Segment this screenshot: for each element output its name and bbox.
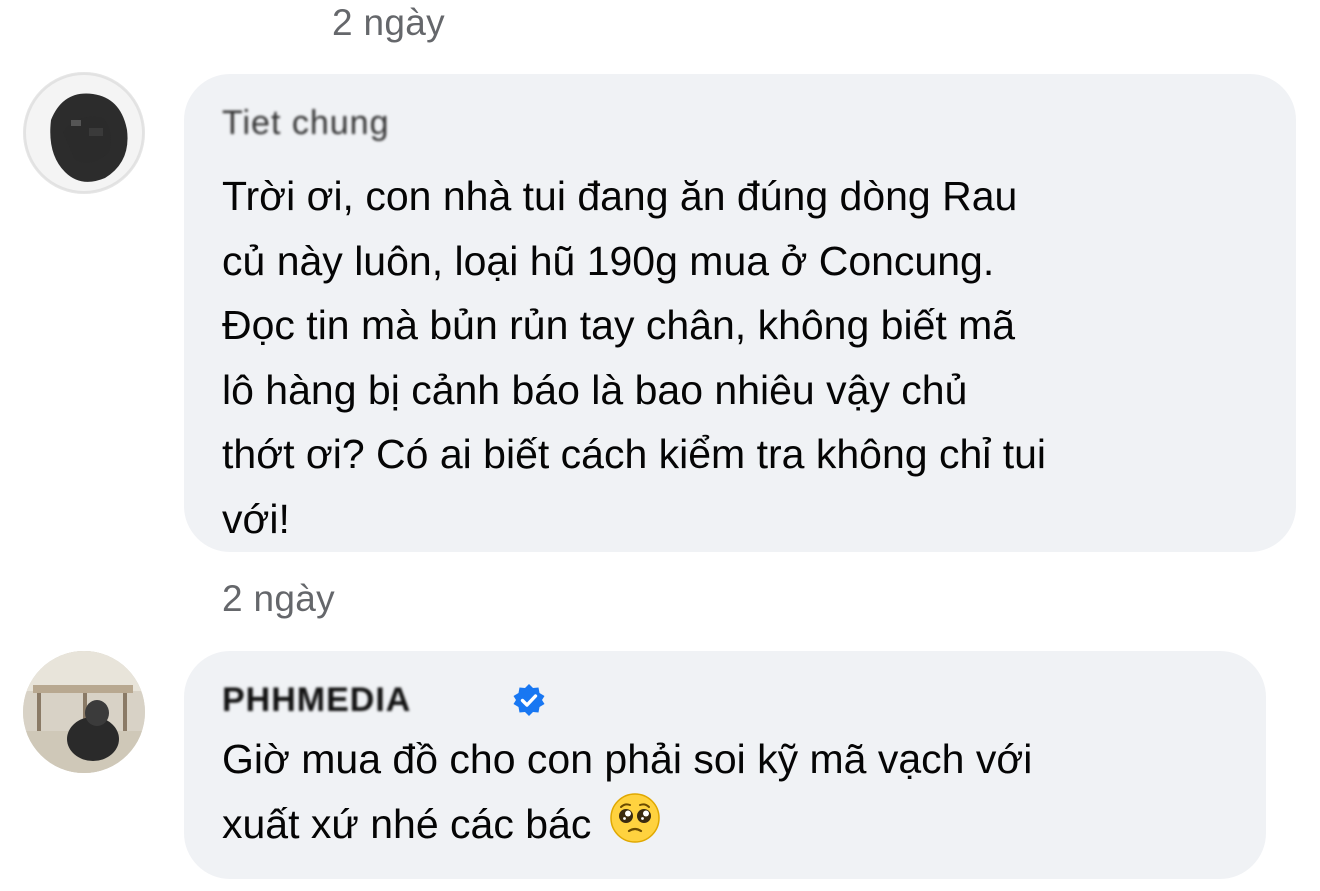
comment-line: Đọc tin mà bủn rủn tay chân, không biết … [222,302,1016,348]
comment-timestamp[interactable]: 2 ngày [222,578,335,620]
comment-text: Trời ơi, con nhà tui đang ăn đúng dòng R… [222,164,1272,551]
comment-author[interactable]: PHHMEDIA [222,681,411,720]
comment-line: thớt ơi? Có ai biết cách kiểm tra không … [222,431,1047,477]
comment-bubble: Tiet chung Trời ơi, con nhà tui đang ăn … [184,74,1296,552]
comment-text: Giờ mua đồ cho con phải soi kỹ mã vạch v… [222,727,1232,856]
avatar-image [24,73,144,193]
comment-line: Trời ơi, con nhà tui đang ăn đúng dòng R… [222,173,1018,219]
verified-badge-icon [513,684,545,716]
comment-line: Giờ mua đồ cho con phải soi kỹ mã vạch v… [222,736,1033,782]
avatar-image [23,651,145,773]
comment-author[interactable]: Tiet chung [222,104,390,143]
comment-line: xuất xứ nhé các bác [222,800,592,847]
avatar[interactable] [23,72,145,194]
comment-line: củ này luôn, loại hũ 190g mua ở Concung. [222,237,995,284]
pleading-face-emoji [609,792,660,843]
comment-timestamp[interactable]: 2 ngày [332,2,445,44]
comment-line: với! [222,495,290,542]
avatar[interactable] [23,651,145,773]
comment-line: lô hàng bị cảnh báo là bao nhiêu vậy chủ [222,366,968,413]
comment-bubble: PHHMEDIA Giờ mua đồ cho con phải soi kỹ … [184,651,1266,879]
